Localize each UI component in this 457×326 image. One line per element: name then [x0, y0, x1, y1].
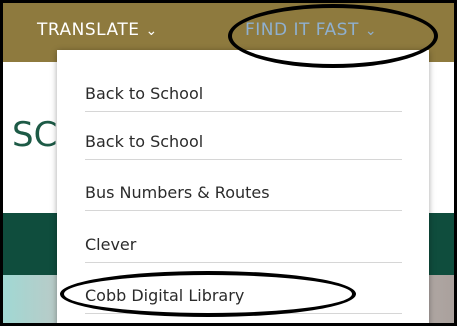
menu-item-cobb-digital-library[interactable]: Cobb Digital Library: [85, 275, 402, 314]
menu-item-label: Cobb Digital Library: [85, 286, 245, 305]
chevron-down-icon: ⌄: [145, 23, 158, 39]
translate-label: TRANSLATE: [37, 20, 140, 40]
page-title-partial: SC: [12, 115, 58, 155]
find-it-fast-dropdown: Back to School Back to School Bus Number…: [57, 50, 429, 326]
find-it-fast-label: FIND IT FAST: [245, 20, 359, 40]
menu-item-bus-numbers-routes[interactable]: Bus Numbers & Routes: [85, 172, 402, 211]
menu-item-clever[interactable]: Clever: [85, 224, 402, 263]
menu-item-label: Clever: [85, 235, 137, 254]
menu-item-label: Back to School: [85, 132, 204, 151]
find-it-fast-menu[interactable]: FIND IT FAST ⌄: [245, 20, 377, 40]
menu-item-back-to-school[interactable]: Back to School: [85, 73, 402, 112]
chevron-down-icon: ⌄: [364, 23, 378, 39]
menu-item-label: Back to School: [85, 84, 204, 103]
menu-item-back-to-school-2[interactable]: Back to School: [85, 121, 402, 160]
translate-menu[interactable]: TRANSLATE ⌄: [37, 20, 158, 40]
menu-item-label: Bus Numbers & Routes: [85, 183, 270, 202]
